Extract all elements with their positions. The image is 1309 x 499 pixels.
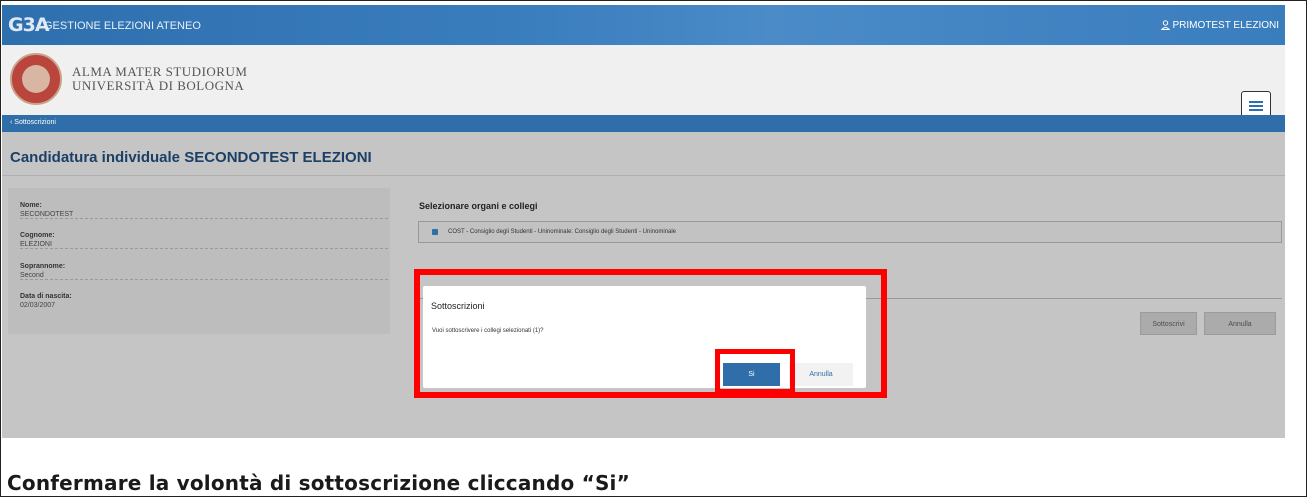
subscribe-button[interactable]: Sottoscrivi <box>1140 312 1197 335</box>
confirm-dialog: Sottoscrizioni Vuoi sottoscrivere i coll… <box>423 286 866 388</box>
field-label: Nome: <box>20 202 42 209</box>
chevron-left-icon: ‹ <box>10 119 13 126</box>
top-app-bar: G3A GESTIONE ELEZIONI ATENEO PRIMOTEST E… <box>2 5 1285 45</box>
field-nome: Nome: SECONDOTEST <box>20 202 388 219</box>
dialog-cancel-button[interactable]: Annulla <box>789 363 853 386</box>
organs-section-title: Selezionare organi e collegi <box>419 201 538 211</box>
university-header: ALMA MATER STUDIORUM UNIVERSITÀ DI BOLOG… <box>2 45 1285 121</box>
divider <box>2 175 1285 176</box>
checkbox[interactable] <box>432 229 438 235</box>
app-logo: G3A <box>8 14 50 36</box>
instruction-caption: Confermare la volontà di sottoscrizione … <box>7 471 630 495</box>
field-value: Second <box>20 272 44 279</box>
candidate-info-panel: Nome: SECONDOTEST Cognome: ELEZIONI Sopr… <box>8 188 390 334</box>
dialog-title: Sottoscrizioni <box>431 301 485 311</box>
field-value: SECONDOTEST <box>20 211 74 218</box>
app-title: GESTIONE ELEZIONI ATENEO <box>44 20 201 32</box>
cancel-button[interactable]: Annulla <box>1204 312 1276 335</box>
screenshot-frame: G3A GESTIONE ELEZIONI ATENEO PRIMOTEST E… <box>0 0 1307 497</box>
highlight-box-confirm <box>715 349 795 394</box>
field-value: ELEZIONI <box>20 241 52 248</box>
breadcrumb-label: Sottoscrizioni <box>14 119 56 126</box>
university-name: ALMA MATER STUDIORUM UNIVERSITÀ DI BOLOG… <box>72 65 247 93</box>
university-name-line2: UNIVERSITÀ DI BOLOGNA <box>72 78 245 93</box>
dialog-message: Vuoi sottoscrivere i collegi selezionati… <box>432 328 544 334</box>
back-link[interactable]: ‹ Sottoscrizioni <box>10 119 56 126</box>
field-label: Soprannome: <box>20 263 66 270</box>
user-icon <box>1160 20 1170 30</box>
page-title: Candidatura individuale SECONDOTEST ELEZ… <box>10 149 372 166</box>
organ-list-item[interactable]: COST - Consiglio degli Studenti - Uninom… <box>418 221 1282 243</box>
user-menu[interactable]: PRIMOTEST ELEZIONI <box>1160 20 1280 31</box>
field-label: Data di nascita: <box>20 293 72 300</box>
field-data-nascita: Data di nascita: 02/03/2007 <box>20 293 388 309</box>
field-value: 02/03/2007 <box>20 302 56 309</box>
breadcrumb: ‹ Sottoscrizioni <box>2 115 1285 132</box>
field-label: Cognome: <box>20 232 55 239</box>
organ-label: COST - Consiglio degli Studenti - Uninom… <box>448 229 677 235</box>
field-soprannome: Soprannome: Second <box>20 263 388 280</box>
field-cognome: Cognome: ELEZIONI <box>20 232 388 249</box>
user-name: PRIMOTEST ELEZIONI <box>1172 20 1280 31</box>
university-name-line1: ALMA MATER STUDIORUM <box>72 64 248 79</box>
university-seal-logo <box>10 53 62 105</box>
